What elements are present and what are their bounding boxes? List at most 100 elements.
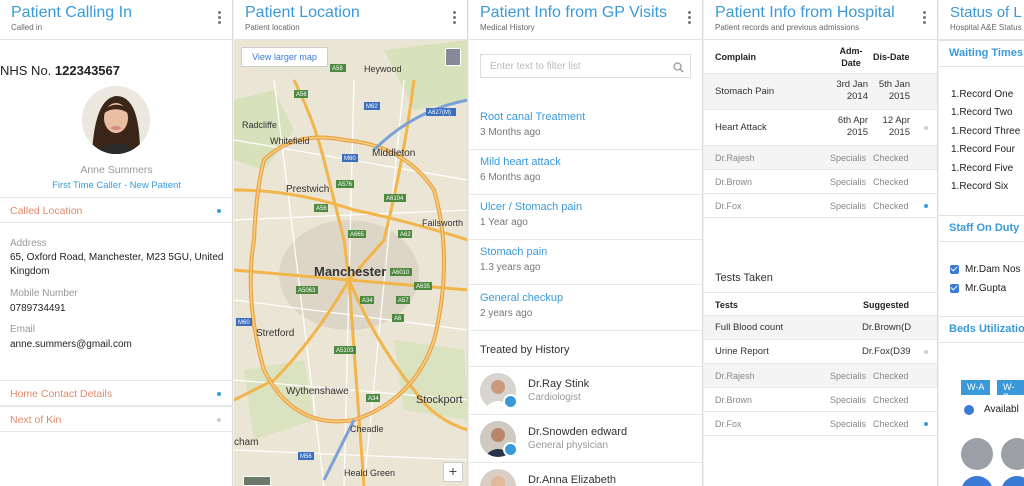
specialist-cell: Specialis	[830, 153, 867, 163]
filter-input[interactable]	[481, 55, 661, 77]
bed-icon[interactable]	[961, 438, 993, 470]
panel-title: Patient Info from Hospital	[715, 4, 895, 21]
doctor-cell: Dr.Rajesh	[715, 153, 755, 163]
home-contact-section[interactable]: Home Contact Details	[0, 380, 232, 406]
panel-subtitle: Patient records and previous admissions	[715, 23, 860, 32]
status-dot	[924, 422, 928, 426]
road-label: A6	[394, 316, 402, 322]
map-label-wythenshawe: Wythenshawe	[286, 386, 349, 397]
doctor-name: Dr.Snowden edward	[528, 426, 628, 438]
complain-cell: Stomach Pain	[715, 86, 775, 97]
table-header-row: Tests Suggested	[704, 292, 937, 316]
nhs-value: 122343567	[54, 63, 120, 78]
dis-date-cell: 5th Jan 2015	[878, 79, 910, 102]
street-view-icon[interactable]	[445, 48, 461, 66]
visit-item[interactable]: Stomach pain 1.3 years ago	[469, 240, 702, 285]
col-tests: Tests	[715, 300, 738, 310]
specialist-cell: Specialis	[830, 419, 867, 429]
ward-b-button[interactable]: W-B	[997, 380, 1024, 402]
specialist-cell: Specialis	[830, 371, 867, 381]
next-of-kin-section[interactable]: Next of Kin	[0, 406, 232, 432]
beds-utilization-section[interactable]: Beds Utilization	[939, 316, 1024, 343]
visit-item[interactable]: General checkup 2 years ago	[469, 286, 702, 331]
doctor-avatar	[480, 469, 516, 486]
caller-status: First Time Caller - New Patient	[52, 180, 181, 191]
road-label: A576	[338, 182, 353, 188]
visit-time: 1.3 years ago	[480, 262, 541, 273]
called-location-section[interactable]: Called Location	[0, 197, 232, 223]
waiting-times-section[interactable]: Waiting Times	[939, 40, 1024, 67]
more-options-icon[interactable]	[688, 11, 692, 26]
panel-header: Patient Calling In Called in	[0, 0, 232, 40]
section-label: Home Contact Details	[10, 388, 113, 400]
road-label: A56	[316, 206, 327, 212]
road-label: A6010	[392, 270, 410, 276]
map-view[interactable]: Heywood Radcliffe Whitefield Middleton P…	[234, 40, 468, 486]
tests-table: Tests Suggested Full Blood count Dr.Brow…	[704, 292, 937, 436]
visit-time: 6 Months ago	[480, 172, 541, 183]
road-label: A665	[350, 232, 365, 238]
bed-icon[interactable]	[961, 476, 993, 486]
indicator-dot	[217, 418, 221, 422]
map-label-heald-green: Heald Green	[344, 468, 395, 478]
section-label: Called Location	[10, 205, 83, 217]
bed-icon[interactable]	[1001, 476, 1024, 486]
view-larger-map-button[interactable]: View larger map	[241, 47, 328, 67]
map-label-manchester: Manchester	[314, 264, 386, 279]
panel-header: Patient Info from Hospital Patient recor…	[704, 0, 937, 40]
road-label: A58	[332, 66, 343, 72]
visit-item[interactable]: Ulcer / Stomach pain 1 Year ago	[469, 195, 702, 240]
bed-icon[interactable]	[1001, 438, 1024, 470]
ward-a-button[interactable]: W-A	[961, 380, 991, 395]
table-header-row: Complain Adm-Date Dis-Date	[704, 40, 937, 74]
staff-row[interactable]: Dr.Brown Specialis Checked	[704, 388, 937, 412]
search-icon[interactable]	[673, 60, 684, 78]
specialist-cell: Specialis	[830, 177, 867, 187]
panel-header: Status of L Hospital A&E Status	[939, 0, 1024, 40]
doctor-item[interactable]: Dr.Snowden edward General physician	[469, 414, 702, 462]
panel-subtitle: Hospital A&E Status	[950, 23, 1022, 32]
table-row[interactable]: Urine Report Dr.Fox(D39	[704, 340, 937, 364]
record-item: 1.Record Five	[951, 163, 1014, 174]
nhs-label: NHS No.	[0, 63, 52, 78]
address-label: Address	[10, 238, 47, 249]
suggested-cell: Dr.Fox(D39	[862, 346, 911, 357]
patient-location-panel: Patient Location Patient location Heywoo…	[234, 0, 468, 486]
visit-title: General checkup	[480, 292, 564, 304]
road-label: A56	[296, 92, 307, 98]
map-label-cham: cham	[234, 437, 258, 448]
more-options-icon[interactable]	[923, 11, 927, 26]
staff-row[interactable]: Dr.Fox Specialis Checked	[704, 194, 937, 218]
map-label-middleton: Middleton	[372, 148, 415, 159]
satellite-toggle[interactable]	[243, 476, 271, 486]
table-row[interactable]: Full Blood count Dr.Brown(D	[704, 316, 937, 340]
staff-name: Mr.Dam Nos	[965, 264, 1021, 275]
staff-on-duty-section[interactable]: Staff On Duty	[939, 215, 1024, 242]
more-options-icon[interactable]	[218, 11, 222, 26]
doctor-item[interactable]: Dr.Anna Elizabeth	[469, 462, 702, 486]
staff-row[interactable]: Dr.Rajesh Specialis Checked	[704, 364, 937, 388]
table-row[interactable]: Heart Attack 6th Apr 2015 12 Apr 2015	[704, 110, 937, 146]
mobile-value: 0789734491	[10, 303, 66, 314]
zoom-in-button[interactable]: +	[443, 462, 463, 482]
staff-row[interactable]: Dr.Rajesh Specialis Checked	[704, 146, 937, 170]
checked-cell: Checked	[873, 419, 909, 429]
staff-row[interactable]: Dr.Fox Specialis Checked	[704, 412, 937, 436]
road-label: A34	[362, 298, 373, 304]
filter-box	[480, 54, 691, 78]
staff-checkbox[interactable]	[950, 284, 959, 293]
doctor-item[interactable]: Dr.Ray Stink Cardiologist	[469, 366, 702, 414]
staff-checkbox[interactable]	[950, 265, 959, 274]
table-row[interactable]: Stomach Pain 3rd Jan 2014 5th Jan 2015	[704, 74, 937, 110]
more-options-icon[interactable]	[453, 11, 457, 26]
record-item: 1.Record Two	[951, 107, 1013, 118]
test-cell: Urine Report	[715, 346, 769, 357]
visit-item[interactable]: Mild heart attack 6 Months ago	[469, 150, 702, 195]
doctor-role: General physician	[528, 440, 609, 451]
visit-title: Ulcer / Stomach pain	[480, 201, 583, 213]
road-label: M62	[366, 104, 378, 110]
visit-item[interactable]: Root canal Treatment 3 Months ago	[469, 105, 702, 150]
staff-row[interactable]: Dr.Brown Specialis Checked	[704, 170, 937, 194]
doctor-name: Dr.Ray Stink	[528, 378, 590, 390]
panel-title: Patient Location	[245, 4, 360, 21]
